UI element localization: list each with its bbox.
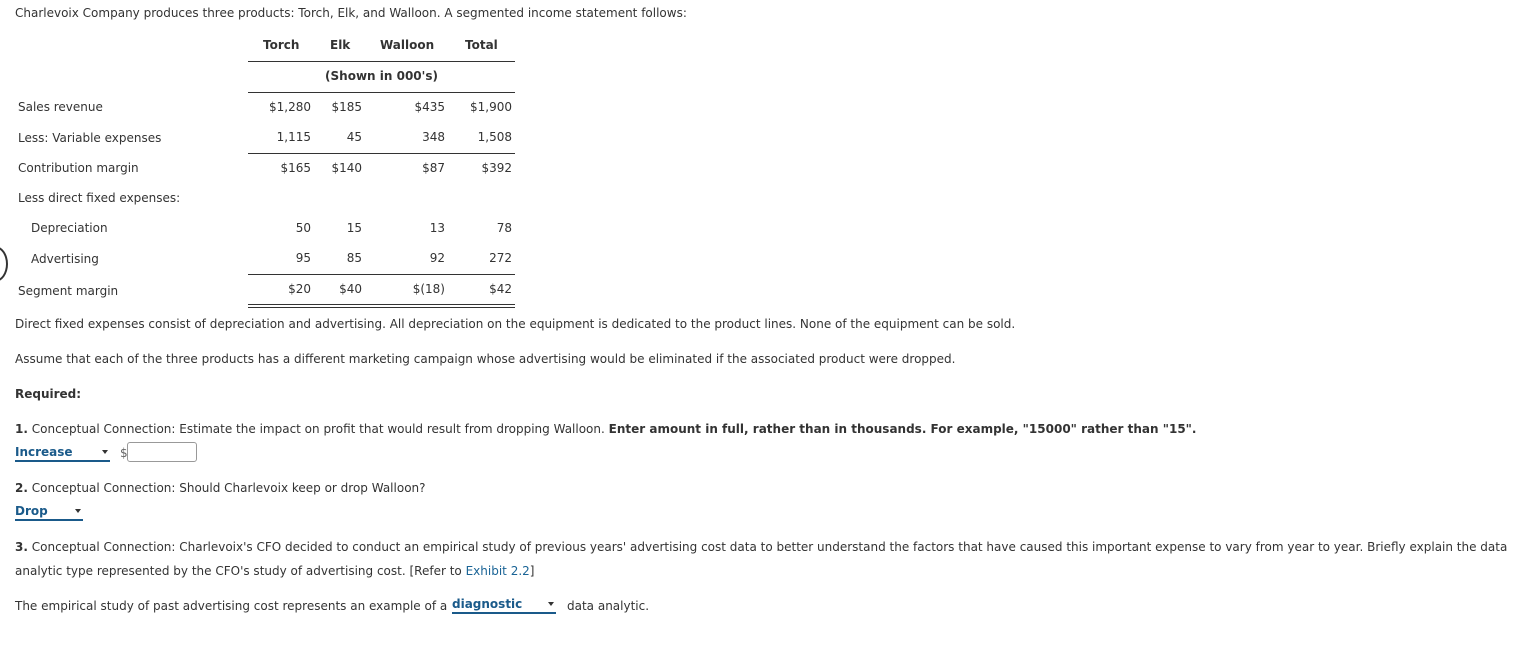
required-heading: Required: — [15, 387, 82, 401]
cell-total: $42 — [489, 282, 512, 296]
col-header-total: Total — [465, 38, 498, 52]
cell-torch: 1,115 — [276, 130, 311, 144]
select-value: diagnostic — [452, 597, 523, 611]
row-label: Sales revenue — [18, 100, 103, 114]
select-value: Increase — [15, 445, 73, 459]
question-number: 2. — [15, 481, 28, 495]
row-label: Segment margin — [18, 284, 119, 298]
cell-walloon: 92 — [429, 251, 445, 265]
cell-torch: 50 — [295, 221, 311, 235]
cell-elk: $40 — [339, 282, 362, 296]
cell-total: 272 — [489, 251, 512, 265]
impact-direction-select[interactable]: Increase — [15, 445, 110, 462]
header-rule — [248, 61, 515, 62]
question-3: 3. Conceptual Connection: Charlevoix's C… — [15, 540, 1507, 554]
analytic-type-select[interactable]: diagnostic — [452, 597, 556, 614]
cell-total: $392 — [481, 161, 512, 175]
col-header-elk: Elk — [330, 38, 351, 52]
exhibit-link[interactable]: Exhibit 2.2 — [466, 564, 530, 578]
paragraph-advertising-assumption: Assume that each of the three products h… — [15, 352, 956, 366]
keep-or-drop-select[interactable]: Drop — [15, 504, 83, 521]
cell-walloon: 13 — [429, 221, 445, 235]
subtotal-rule — [248, 153, 515, 154]
circle-marker-icon — [0, 246, 8, 282]
cell-walloon: $87 — [422, 161, 445, 175]
cell-total: 78 — [496, 221, 512, 235]
intro-text: Charlevoix Company produces three produc… — [15, 6, 687, 20]
cell-elk: $140 — [331, 161, 362, 175]
unit-note: (Shown in 000's) — [325, 69, 438, 83]
question-instruction: Enter amount in full, rather than in tho… — [608, 422, 1197, 436]
select-value: Drop — [15, 504, 48, 518]
cell-walloon: 348 — [422, 130, 445, 144]
row-label: Contribution margin — [18, 161, 139, 175]
answer-prefix: The empirical study of past advertising … — [15, 599, 448, 613]
cell-torch: $165 — [280, 161, 311, 175]
cell-elk: 85 — [346, 251, 362, 265]
bracket-close: ] — [529, 564, 535, 578]
answer-suffix: data analytic. — [567, 599, 650, 613]
row-label: Less: Variable expenses — [18, 131, 162, 145]
col-header-walloon: Walloon — [380, 38, 435, 52]
subtotal-rule — [248, 274, 515, 275]
question-text-continued: analytic type represented by the CFO's s… — [15, 564, 462, 578]
profit-impact-amount-input[interactable] — [127, 442, 197, 462]
question-text: Conceptual Connection: Should Charlevoix… — [31, 481, 426, 495]
row-label: Advertising — [31, 252, 99, 266]
cell-elk: 15 — [346, 221, 362, 235]
question-number: 1. — [15, 422, 28, 436]
question-2: 2. Conceptual Connection: Should Charlev… — [15, 481, 426, 495]
cell-elk: $185 — [331, 100, 362, 114]
cell-walloon: $(18) — [412, 282, 445, 296]
chevron-down-icon — [102, 450, 108, 454]
cell-elk: 45 — [346, 130, 362, 144]
paragraph-fixed-expenses: Direct fixed expenses consist of depreci… — [15, 317, 1016, 331]
cell-torch: 95 — [295, 251, 311, 265]
question-3-line-2: analytic type represented by the CFO's s… — [15, 564, 534, 578]
question-text: Conceptual Connection: Charlevoix's CFO … — [31, 540, 1508, 554]
chevron-down-icon — [75, 509, 81, 513]
cell-walloon: $435 — [414, 100, 445, 114]
question-number: 3. — [15, 540, 28, 554]
unit-rule — [248, 92, 515, 93]
cell-torch: $1,280 — [269, 100, 311, 114]
total-double-rule-top — [248, 304, 515, 305]
question-text: Conceptual Connection: Estimate the impa… — [31, 422, 605, 436]
col-header-torch: Torch — [263, 38, 300, 52]
total-double-rule-bottom — [248, 307, 515, 308]
row-label: Less direct fixed expenses: — [18, 191, 181, 205]
question-1: 1. Conceptual Connection: Estimate the i… — [15, 422, 1196, 436]
cell-total: 1,508 — [477, 130, 512, 144]
cell-total: $1,900 — [470, 100, 512, 114]
chevron-down-icon — [548, 602, 554, 606]
row-label: Depreciation — [31, 221, 108, 235]
cell-torch: $20 — [288, 282, 311, 296]
